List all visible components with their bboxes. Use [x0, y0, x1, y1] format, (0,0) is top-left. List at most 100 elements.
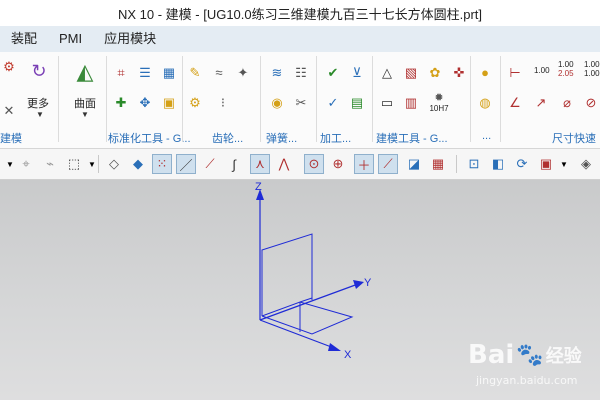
chain-dimension-icon[interactable]: ↗: [532, 94, 550, 112]
more-button-label[interactable]: 更多: [27, 95, 49, 111]
spring-delete-icon[interactable]: ✂: [292, 94, 310, 112]
snap-edge-icon[interactable]: ⌁: [40, 154, 60, 174]
snap-intersection-icon[interactable]: ⋀: [274, 154, 294, 174]
window-title: NX 10 - 建模 - [UG10.0练习三维建模九百三十七长方体圆柱.prt…: [117, 6, 483, 22]
machining-check-icon[interactable]: ✔: [324, 64, 342, 82]
standard-part-icon[interactable]: ⌗: [112, 64, 130, 82]
snap-crosshair-icon[interactable]: ＋: [354, 154, 374, 174]
menu-pmi[interactable]: PMI: [48, 26, 93, 52]
group-label-gear[interactable]: 齿轮...: [212, 130, 243, 146]
snap-arc-center-icon[interactable]: ⊙: [304, 154, 324, 174]
spring-design-icon[interactable]: ◉: [268, 94, 286, 112]
y-axis-arrow: [353, 280, 364, 289]
snap-line-icon[interactable]: ／: [176, 154, 196, 174]
machining-table-icon[interactable]: ▤: [348, 94, 366, 112]
gear-mesh-icon[interactable]: ≈: [210, 64, 228, 82]
view-fit-icon[interactable]: ⊡: [464, 154, 484, 174]
surface-icon[interactable]: ◭: [68, 58, 102, 86]
gear-table-icon[interactable]: ⚙: [186, 94, 204, 112]
dim-tolerance-2[interactable]: 1.00 1.00: [584, 60, 600, 78]
watermark-logo: Bai 🐾 经验: [468, 340, 582, 370]
snap-on-curve-icon[interactable]: ⟋: [378, 154, 398, 174]
box-select-icon[interactable]: ⬚: [64, 154, 84, 174]
layer-stack-icon[interactable]: ☰: [136, 64, 154, 82]
reuse-library-icon[interactable]: ▣: [160, 94, 178, 112]
view-orient-icon[interactable]: ▣: [536, 154, 556, 174]
surface-dropdown-icon[interactable]: ▼: [81, 110, 89, 119]
text-icon[interactable]: ▭: [378, 94, 396, 112]
snap-grid-icon[interactable]: ▦: [428, 154, 448, 174]
diameter-icon[interactable]: ⌀: [558, 94, 576, 112]
watermark-brand-left: Bai: [468, 340, 515, 370]
z-axis-label: Z: [255, 181, 262, 193]
group-label-small[interactable]: ...: [482, 130, 491, 142]
watermark-url: jingyan.baidu.com: [476, 374, 578, 387]
spring-list-icon[interactable]: ☷: [292, 64, 310, 82]
spring-icon[interactable]: ≋: [268, 64, 286, 82]
snap-endpoint-icon[interactable]: ⟋: [200, 154, 220, 174]
horizontal-rectangle: [261, 301, 354, 335]
dim-tolerance-1[interactable]: 1.00 2.05: [558, 60, 574, 78]
snap-curve-icon[interactable]: ∫: [224, 154, 244, 174]
feature-icon[interactable]: ⚙: [0, 58, 18, 76]
x-axis-arrow: [328, 343, 341, 351]
selection-toolbar: ▼ ⌖ ⌁ ⬚ ▼ ◇ ◆ ⁙ ／ ⟋ ∫ ⋏ ⋀ ⊙ ⊕ ＋ ⟋ ◪ ▦ ⊡ …: [0, 149, 600, 180]
machining-path-icon[interactable]: ✓: [324, 94, 342, 112]
attribute-icon[interactable]: ✜: [450, 64, 468, 82]
dim-value-1[interactable]: 1.00: [534, 66, 550, 75]
radius-icon[interactable]: ⊘: [582, 94, 600, 112]
paw-icon: 🐾: [516, 342, 544, 368]
surface-button-label[interactable]: 曲面: [74, 95, 96, 111]
fit-tolerance-label: 10H7: [429, 104, 449, 113]
group-label-modeling-tools[interactable]: 建模工具 - G...: [376, 130, 448, 146]
dim-tolerance-2-top: 1.00: [584, 60, 600, 69]
y-axis-label: Y: [364, 277, 372, 289]
group-label-spring[interactable]: 弹簧...: [266, 130, 297, 146]
snap-quadrant-icon[interactable]: ⊕: [328, 154, 348, 174]
machining-axis-icon[interactable]: ⊻: [348, 64, 366, 82]
gear-edit-icon[interactable]: ✦: [234, 64, 252, 82]
graphics-viewport[interactable]: Z Y X Bai 🐾 经验 jingyan.baidu.com: [0, 180, 600, 400]
group-label-quick-dimension[interactable]: 尺寸快速: [552, 130, 596, 146]
note-icon[interactable]: ▥: [402, 94, 420, 112]
assembly-tool-icon[interactable]: ✥: [136, 94, 154, 112]
snap-points-icon[interactable]: ⁙: [152, 154, 172, 174]
sketch-plane-icon[interactable]: ◇: [104, 154, 124, 174]
fit-tolerance-icon[interactable]: ✹ 10H7: [428, 88, 450, 118]
group-label-modeling[interactable]: 建模: [0, 130, 22, 146]
menu-applications[interactable]: 应用模块: [93, 26, 167, 52]
triangle-icon[interactable]: △: [378, 64, 396, 82]
sheet-icon[interactable]: ▧: [402, 64, 420, 82]
view-rotate-icon[interactable]: ⟳: [512, 154, 532, 174]
more-dropdown-icon[interactable]: ▼: [36, 110, 44, 119]
menu-assembly[interactable]: 装配: [0, 26, 48, 52]
coins-icon[interactable]: ●: [476, 64, 494, 82]
view-orient-dropdown-icon[interactable]: ▼: [554, 154, 574, 174]
view-zoom-icon[interactable]: ◧: [488, 154, 508, 174]
dim-tolerance-1-bottom: 2.05: [558, 69, 574, 78]
render-style-icon[interactable]: ◈: [576, 154, 596, 174]
delete-icon[interactable]: ✕: [0, 102, 18, 120]
solid-body-icon[interactable]: ◆: [128, 154, 148, 174]
window-title-bar: NX 10 - 建模 - [UG10.0练习三维建模九百三十七长方体圆柱.prt…: [0, 0, 600, 26]
x-axis-line: [259, 319, 335, 349]
sync-icon[interactable]: ↻: [28, 60, 50, 82]
coins-stack-icon[interactable]: ◍: [476, 94, 494, 112]
snap-face-icon[interactable]: ◪: [404, 154, 424, 174]
gear-drawing-icon[interactable]: ✎: [186, 64, 204, 82]
group-label-machining[interactable]: 加工...: [320, 130, 351, 146]
angle-dimension-icon[interactable]: ∠: [506, 94, 524, 112]
dim-tolerance-2-bottom: 1.00: [584, 69, 600, 78]
gear-list-icon[interactable]: ⁝: [214, 94, 232, 112]
group-label-standard-tools[interactable]: 标准化工具 - G...: [108, 130, 191, 146]
snap-node-icon[interactable]: ⌖: [16, 154, 36, 174]
watermark-brand-right: 经验: [545, 346, 582, 367]
grid-library-icon[interactable]: ▦: [160, 64, 178, 82]
x-axis-label: X: [344, 349, 352, 361]
snap-midpoint-icon[interactable]: ⋏: [250, 154, 270, 174]
box-select-dropdown-icon[interactable]: ▼: [82, 154, 102, 174]
dim-tolerance-1-top: 1.00: [558, 60, 574, 69]
dimension-icon[interactable]: ⊢: [506, 64, 524, 82]
parts-family-icon[interactable]: ✿: [426, 64, 444, 82]
fastener-icon[interactable]: ✚: [112, 94, 130, 112]
